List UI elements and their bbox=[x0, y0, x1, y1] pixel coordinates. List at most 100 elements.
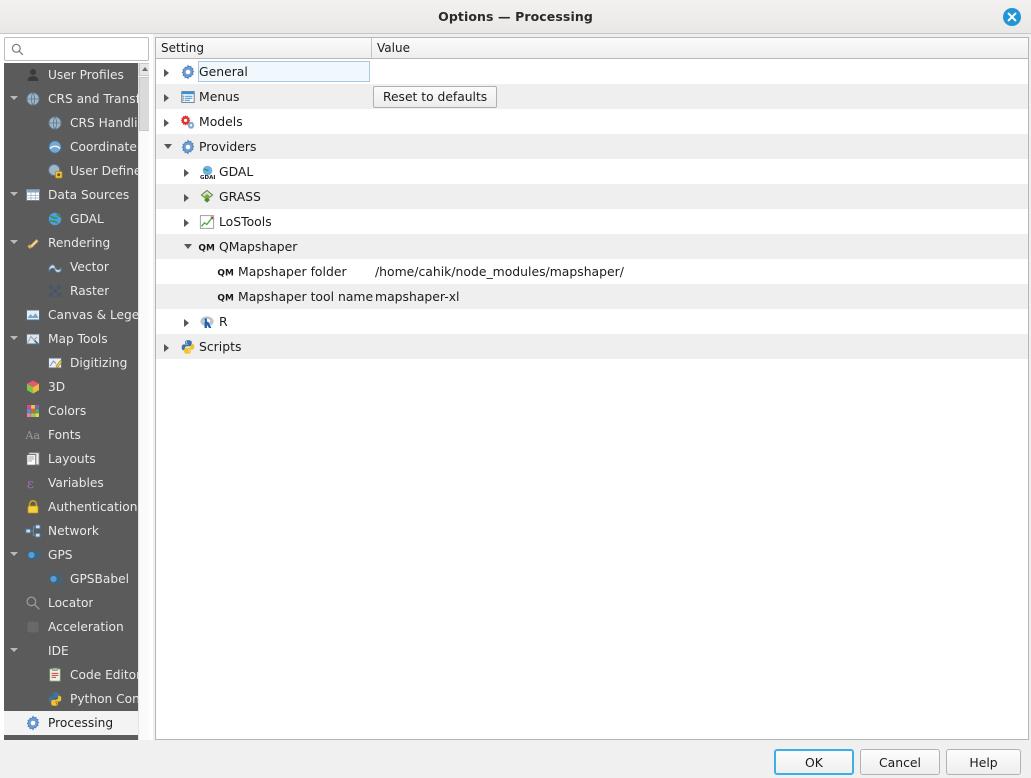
sidebar-item-crs-handling[interactable]: CRS Handling bbox=[4, 111, 138, 135]
gear-blue-icon bbox=[179, 63, 196, 80]
paintbrush-icon bbox=[24, 235, 42, 251]
svg-text:GDAL: GDAL bbox=[200, 175, 215, 180]
tree-row-setting: Mapshaper tool name bbox=[238, 289, 374, 304]
sidebar-item-3d[interactable]: 3D bbox=[4, 375, 138, 399]
chevron-down-icon[interactable] bbox=[10, 96, 18, 100]
tree-row-value[interactable]: /home/cahik/node_modules/mapshaper/ bbox=[375, 259, 624, 284]
sidebar-item-label: Code Editor bbox=[70, 668, 138, 682]
sidebar-item-map-tools[interactable]: Map Tools bbox=[4, 327, 138, 351]
scroll-up-arrow[interactable] bbox=[139, 63, 149, 76]
options-dialog: Options — Processing User Profiles CRS an… bbox=[0, 0, 1031, 778]
scrollbar-thumb[interactable] bbox=[139, 77, 149, 131]
search-icon bbox=[11, 43, 24, 56]
sidebar-item-vector[interactable]: Vector bbox=[4, 255, 138, 279]
sidebar-item-authentication[interactable]: Authentication bbox=[4, 495, 138, 519]
tree-row-value[interactable]: mapshaper-xl bbox=[375, 284, 459, 309]
tree-row[interactable]: QM QMapshaper bbox=[156, 234, 1028, 259]
tree-row[interactable]: LoSTools bbox=[156, 209, 1028, 234]
cancel-button[interactable]: Cancel bbox=[860, 749, 940, 775]
sidebar-item-processing[interactable]: Processing bbox=[4, 711, 138, 735]
sidebar-item-python-console[interactable]: Python Console bbox=[4, 687, 138, 711]
sidebar-scrollbar[interactable] bbox=[138, 63, 149, 775]
column-header-value[interactable]: Value bbox=[372, 38, 1028, 58]
sidebar-item-canvas-legend[interactable]: Canvas & Legend bbox=[4, 303, 138, 327]
sidebar-item-gpsbabel[interactable]: GPSBabel bbox=[4, 567, 138, 591]
sidebar-item-acceleration[interactable]: Acceleration bbox=[4, 615, 138, 639]
chevron-down-icon[interactable] bbox=[10, 192, 18, 196]
sidebar-item-gps[interactable]: GPS bbox=[4, 543, 138, 567]
sidebar-item-code-editor[interactable]: Code Editor bbox=[4, 663, 138, 687]
sidebar-item-label: Rendering bbox=[48, 236, 111, 250]
close-icon[interactable] bbox=[1003, 8, 1021, 26]
tree-row[interactable]: QM Mapshaper tool name mapshaper-xl bbox=[156, 284, 1028, 309]
sidebar-item-layouts[interactable]: Layouts bbox=[4, 447, 138, 471]
sidebar-item-data-sources[interactable]: Data Sources bbox=[4, 183, 138, 207]
sidebar-item-label: 3D bbox=[48, 380, 66, 394]
chevron-down-icon[interactable] bbox=[10, 552, 18, 556]
sidebar-item-locator[interactable]: Locator bbox=[4, 591, 138, 615]
sidebar-item-digitizing[interactable]: Digitizing bbox=[4, 351, 138, 375]
chevron-right-icon[interactable] bbox=[184, 169, 189, 177]
lostools-icon bbox=[198, 213, 215, 230]
chevron-right-icon[interactable] bbox=[184, 219, 189, 227]
chevron-right-icon[interactable] bbox=[184, 319, 189, 327]
sidebar-item-user-defined-crs[interactable]: User Defined CRS bbox=[4, 159, 138, 183]
sidebar-item-fonts[interactable]: Aa Fonts bbox=[4, 423, 138, 447]
tree-row[interactable]: GDAL GDAL bbox=[156, 159, 1028, 184]
canvas-legend-icon bbox=[24, 307, 42, 323]
sidebar-item-label: Network bbox=[48, 524, 99, 538]
help-button[interactable]: Help bbox=[946, 749, 1021, 775]
globe-gear-icon bbox=[46, 163, 64, 179]
gps-icon bbox=[46, 571, 64, 587]
sidebar-item-gdal[interactable]: GDAL bbox=[4, 207, 138, 231]
tree-row[interactable]: R bbox=[156, 309, 1028, 334]
tree-row-setting: Scripts bbox=[199, 339, 242, 354]
chevron-right-icon[interactable] bbox=[164, 119, 169, 127]
sidebar-item-raster[interactable]: Raster bbox=[4, 279, 138, 303]
code-editor-icon bbox=[46, 667, 64, 683]
tree-row-setting: GRASS bbox=[219, 189, 261, 204]
chevron-down-icon[interactable] bbox=[10, 336, 18, 340]
fonts-icon: Aa bbox=[24, 427, 42, 443]
chevron-down-icon[interactable] bbox=[10, 648, 18, 652]
sidebar-item-user-profiles[interactable]: User Profiles bbox=[4, 63, 138, 87]
tree-row[interactable]: GRASS bbox=[156, 184, 1028, 209]
chevron-down-icon[interactable] bbox=[184, 244, 192, 249]
chevron-right-icon[interactable] bbox=[184, 194, 189, 202]
layouts-icon bbox=[24, 451, 42, 467]
column-header-setting[interactable]: Setting bbox=[156, 38, 372, 58]
models-icon bbox=[179, 113, 196, 130]
chevron-right-icon[interactable] bbox=[164, 94, 169, 102]
sidebar-item-label: Fonts bbox=[48, 428, 81, 442]
sidebar-item-colors[interactable]: Colors bbox=[4, 399, 138, 423]
chevron-right-icon[interactable] bbox=[164, 344, 169, 352]
tree-row[interactable]: General bbox=[156, 59, 1028, 84]
gps-icon bbox=[24, 547, 42, 563]
tree-row[interactable]: QM Mapshaper folder/home/cahik/node_modul… bbox=[156, 259, 1028, 284]
sidebar-item-network[interactable]: Network bbox=[4, 519, 138, 543]
chevron-down-icon[interactable] bbox=[10, 240, 18, 244]
tree-row[interactable]: Providers bbox=[156, 134, 1028, 159]
tree-row[interactable]: Models bbox=[156, 109, 1028, 134]
svg-text:QM: QM bbox=[217, 293, 234, 303]
search-box[interactable] bbox=[4, 37, 149, 62]
ok-button[interactable]: OK bbox=[774, 749, 854, 775]
grass-icon bbox=[198, 188, 215, 205]
sidebar-item-rendering[interactable]: Rendering bbox=[4, 231, 138, 255]
sidebar-item-variables[interactable]: ε Variables bbox=[4, 471, 138, 495]
chevron-right-icon[interactable] bbox=[164, 69, 169, 77]
sidebar-item-label: Raster bbox=[70, 284, 110, 298]
tree-row[interactable]: Scripts bbox=[156, 334, 1028, 359]
search-input[interactable] bbox=[29, 38, 149, 62]
python-icon bbox=[179, 338, 196, 355]
sidebar-item-coordinate-transforms[interactable]: Coordinate Transforms bbox=[4, 135, 138, 159]
tree-row-setting: R bbox=[219, 314, 228, 329]
tree-row[interactable]: Menus Reset to defaults bbox=[156, 84, 1028, 109]
chevron-down-icon[interactable] bbox=[164, 144, 172, 149]
search-icon bbox=[24, 595, 42, 611]
sidebar-item-ide[interactable]: IDE bbox=[4, 639, 138, 663]
lock-icon bbox=[24, 499, 42, 515]
reset-to-defaults-button[interactable]: Reset to defaults bbox=[373, 86, 498, 108]
sidebar-item-crs-and-transforms[interactable]: CRS and Transforms bbox=[4, 87, 138, 111]
raster-icon bbox=[46, 283, 64, 299]
